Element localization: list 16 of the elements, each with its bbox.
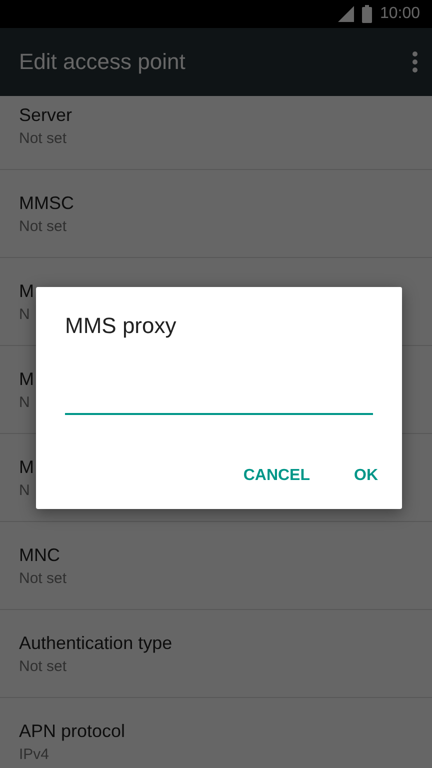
dialog-button[interactable]: OK	[342, 461, 390, 491]
setting-title: M	[19, 456, 34, 478]
more-options-icon[interactable]	[412, 51, 418, 73]
setting-title: APN protocol	[19, 720, 126, 742]
setting-title: M	[19, 368, 34, 390]
setting-title: MMSC	[19, 192, 74, 214]
dialog-title: MMS proxy	[65, 313, 178, 339]
setting-title: Server	[19, 104, 72, 126]
signal-icon	[338, 6, 354, 22]
setting-title: M	[19, 280, 34, 302]
setting-title: Authentication type	[19, 632, 172, 654]
setting-title: MNC	[19, 544, 60, 566]
clock-time: 10:00	[380, 5, 420, 23]
battery-icon	[362, 5, 372, 23]
dialog-button[interactable]: CANCEL	[231, 461, 322, 491]
screen-title: Edit access point	[19, 49, 186, 75]
